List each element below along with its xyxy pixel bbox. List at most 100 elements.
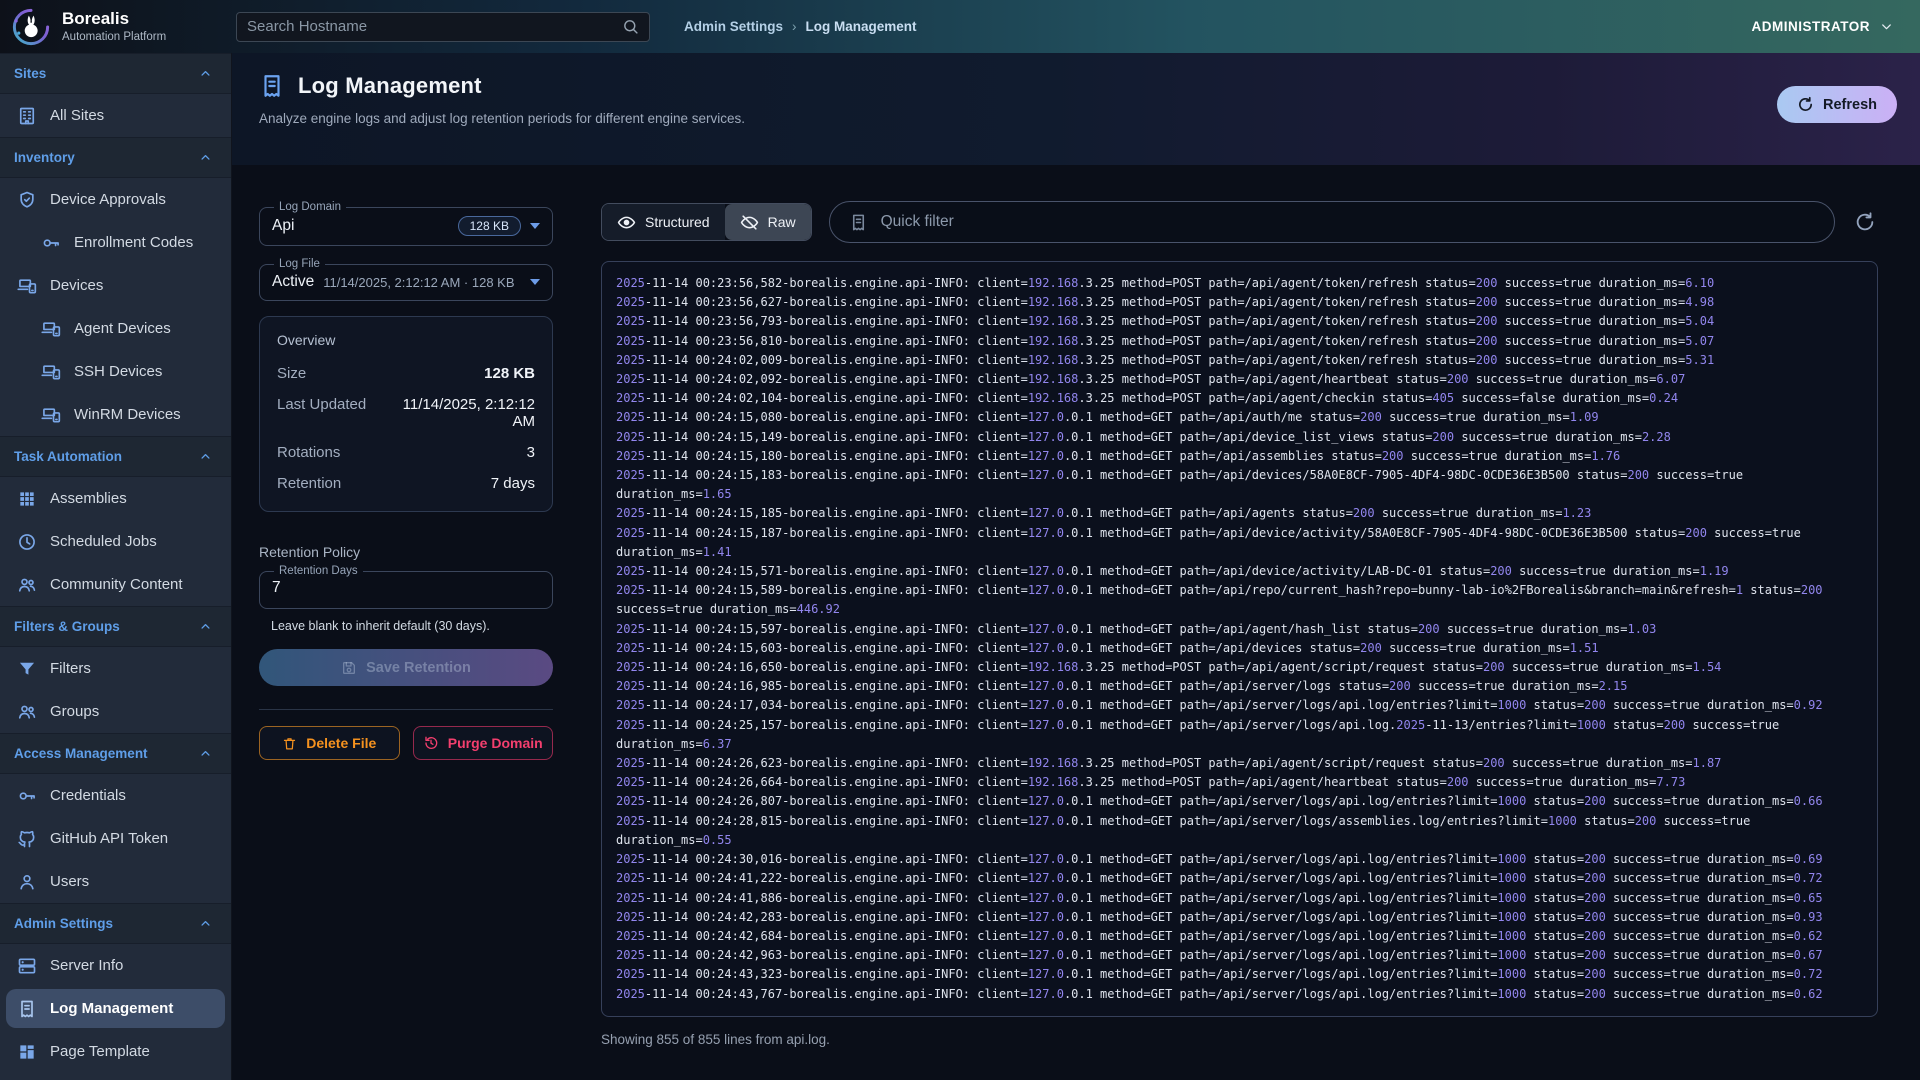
sidebar-item-assemblies[interactable]: Assemblies bbox=[0, 477, 231, 520]
sidebar-item-ssh-devices[interactable]: SSH Devices bbox=[0, 350, 231, 393]
people-icon bbox=[17, 575, 37, 595]
log-line: 2025-11-14 00:24:15,589-borealis.engine.… bbox=[616, 581, 1863, 619]
retention-days-input[interactable] bbox=[272, 577, 540, 601]
sidebar-section-sites[interactable]: Sites bbox=[0, 53, 231, 94]
borealis-rabbit-logo-icon bbox=[10, 6, 52, 48]
log-line: 2025-11-14 00:24:16,985-borealis.engine.… bbox=[616, 677, 1863, 696]
refresh-button[interactable]: Refresh bbox=[1777, 86, 1897, 123]
delete-file-button[interactable]: Delete File bbox=[259, 726, 400, 760]
key-icon bbox=[17, 786, 37, 806]
purge-domain-button[interactable]: Purge Domain bbox=[413, 726, 554, 760]
log-line: 2025-11-14 00:23:56,582-borealis.engine.… bbox=[616, 274, 1863, 293]
sidebar-item-community-content[interactable]: Community Content bbox=[0, 563, 231, 606]
sidebar-item-log-management[interactable]: Log Management bbox=[6, 989, 225, 1028]
log-line: 2025-11-14 00:24:30,016-borealis.engine.… bbox=[616, 850, 1863, 869]
person-icon bbox=[17, 872, 37, 892]
log-output[interactable]: 2025-11-14 00:23:56,582-borealis.engine.… bbox=[601, 261, 1878, 1017]
brand-name: Borealis bbox=[62, 10, 166, 29]
sidebar-item-credentials[interactable]: Credentials bbox=[0, 774, 231, 817]
user-menu[interactable]: ADMINISTRATOR bbox=[1752, 19, 1895, 34]
log-line: 2025-11-14 00:24:26,664-borealis.engine.… bbox=[616, 773, 1863, 792]
chevron-up-icon bbox=[198, 619, 213, 634]
quick-filter[interactable] bbox=[829, 201, 1835, 243]
breadcrumb: Admin Settings › Log Management bbox=[684, 19, 917, 34]
overview-row-retention: Retention7 days bbox=[277, 468, 535, 499]
view-mode-toggle: Structured Raw bbox=[601, 203, 812, 241]
log-line: 2025-11-14 00:24:41,222-borealis.engine.… bbox=[616, 869, 1863, 888]
sidebar: SitesAll SitesInventoryDevice ApprovalsE… bbox=[0, 53, 232, 1080]
brand: Borealis Automation Platform bbox=[10, 6, 218, 48]
sidebar-item-github-api-token[interactable]: GitHub API Token bbox=[0, 817, 231, 860]
sidebar-item-agent-devices[interactable]: Agent Devices bbox=[0, 307, 231, 350]
log-line: 2025-11-14 00:24:42,684-borealis.engine.… bbox=[616, 927, 1863, 946]
log-line: 2025-11-14 00:24:26,807-borealis.engine.… bbox=[616, 792, 1863, 811]
eye-off-icon bbox=[740, 213, 759, 232]
search-icon bbox=[622, 18, 639, 35]
main-area: Log Management Analyze engine logs and a… bbox=[232, 53, 1920, 1080]
hostname-search-input[interactable] bbox=[247, 18, 614, 35]
building-icon bbox=[17, 106, 37, 126]
quick-filter-input[interactable] bbox=[881, 213, 1815, 231]
retention-policy-label: Retention Policy bbox=[259, 544, 553, 560]
hostname-search[interactable] bbox=[236, 12, 650, 42]
page-subtitle: Analyze engine logs and adjust log reten… bbox=[259, 111, 1896, 126]
sidebar-section-access-management[interactable]: Access Management bbox=[0, 733, 231, 774]
log-line: 2025-11-14 00:24:26,623-borealis.engine.… bbox=[616, 754, 1863, 773]
sidebar-section-admin-settings[interactable]: Admin Settings bbox=[0, 903, 231, 944]
log-line: 2025-11-14 00:24:02,092-borealis.engine.… bbox=[616, 370, 1863, 389]
chevron-up-icon bbox=[198, 746, 213, 761]
sidebar-item-enrollment-codes[interactable]: Enrollment Codes bbox=[0, 221, 231, 264]
log-line: 2025-11-14 00:24:15,185-borealis.engine.… bbox=[616, 504, 1863, 523]
overview-row-size: Size128 KB bbox=[277, 358, 535, 389]
log-viewer-panel: Structured Raw bbox=[601, 201, 1878, 1080]
log-line: 2025-11-14 00:23:56,793-borealis.engine.… bbox=[616, 312, 1863, 331]
sidebar-item-all-sites[interactable]: All Sites bbox=[0, 94, 231, 137]
save-retention-button[interactable]: Save Retention bbox=[259, 649, 553, 686]
sidebar-item-scheduled-jobs[interactable]: Scheduled Jobs bbox=[0, 520, 231, 563]
sidebar-item-devices[interactable]: Devices bbox=[0, 264, 231, 307]
retention-days-field[interactable]: Retention Days bbox=[259, 565, 553, 609]
reload-logs-button[interactable] bbox=[1852, 209, 1878, 235]
divider bbox=[259, 709, 553, 710]
overview-row-last-updated: Last Updated11/14/2025, 2:12:12 AM bbox=[277, 389, 535, 437]
server-icon bbox=[17, 956, 37, 976]
breadcrumb-admin-settings[interactable]: Admin Settings bbox=[684, 19, 783, 34]
sidebar-item-device-approvals[interactable]: Device Approvals bbox=[0, 178, 231, 221]
chevron-down-icon bbox=[1879, 19, 1894, 34]
devices-icon bbox=[41, 362, 61, 382]
sidebar-item-server-info[interactable]: Server Info bbox=[0, 944, 231, 987]
sidebar-section-filters-groups[interactable]: Filters & Groups bbox=[0, 606, 231, 647]
brand-tagline: Automation Platform bbox=[62, 31, 166, 43]
log-line: 2025-11-14 00:24:02,104-borealis.engine.… bbox=[616, 389, 1863, 408]
template-icon bbox=[17, 1042, 37, 1062]
sidebar-section-inventory[interactable]: Inventory bbox=[0, 137, 231, 178]
sidebar-section-task-automation[interactable]: Task Automation bbox=[0, 436, 231, 477]
refresh-icon bbox=[1797, 96, 1814, 113]
log-line: 2025-11-14 00:24:15,187-borealis.engine.… bbox=[616, 524, 1863, 562]
structured-mode-tab[interactable]: Structured bbox=[602, 204, 725, 240]
sidebar-item-filters[interactable]: Filters bbox=[0, 647, 231, 690]
trash-icon bbox=[282, 736, 297, 751]
raw-mode-tab[interactable]: Raw bbox=[725, 204, 811, 240]
log-domain-select[interactable]: Log Domain Api 128 KB bbox=[259, 201, 553, 246]
log-line: 2025-11-14 00:24:42,963-borealis.engine.… bbox=[616, 946, 1863, 965]
sidebar-item-winrm-devices[interactable]: WinRM Devices bbox=[0, 393, 231, 436]
user-menu-label: ADMINISTRATOR bbox=[1752, 19, 1871, 34]
sidebar-item-groups[interactable]: Groups bbox=[0, 690, 231, 733]
devices-icon bbox=[17, 276, 37, 296]
devices-icon bbox=[41, 405, 61, 425]
sidebar-item-users[interactable]: Users bbox=[0, 860, 231, 903]
breadcrumb-log-management[interactable]: Log Management bbox=[806, 19, 917, 34]
log-file-select[interactable]: Log File Active 11/14/2025, 2:12:12 AM ·… bbox=[259, 258, 553, 301]
sidebar-item-page-template[interactable]: Page Template bbox=[0, 1030, 231, 1073]
retention-helper-text: Leave blank to inherit default (30 days)… bbox=[271, 619, 553, 633]
log-filter-icon bbox=[849, 213, 868, 232]
save-icon bbox=[341, 660, 357, 676]
log-line: 2025-11-14 00:24:15,149-borealis.engine.… bbox=[616, 428, 1863, 447]
shield-icon bbox=[17, 190, 37, 210]
people-icon bbox=[17, 702, 37, 722]
log-count-status: Showing 855 of 855 lines from api.log. bbox=[601, 1032, 1878, 1047]
breadcrumb-separator: › bbox=[792, 19, 797, 34]
chevron-up-icon bbox=[198, 916, 213, 931]
log-line: 2025-11-14 00:24:16,650-borealis.engine.… bbox=[616, 658, 1863, 677]
